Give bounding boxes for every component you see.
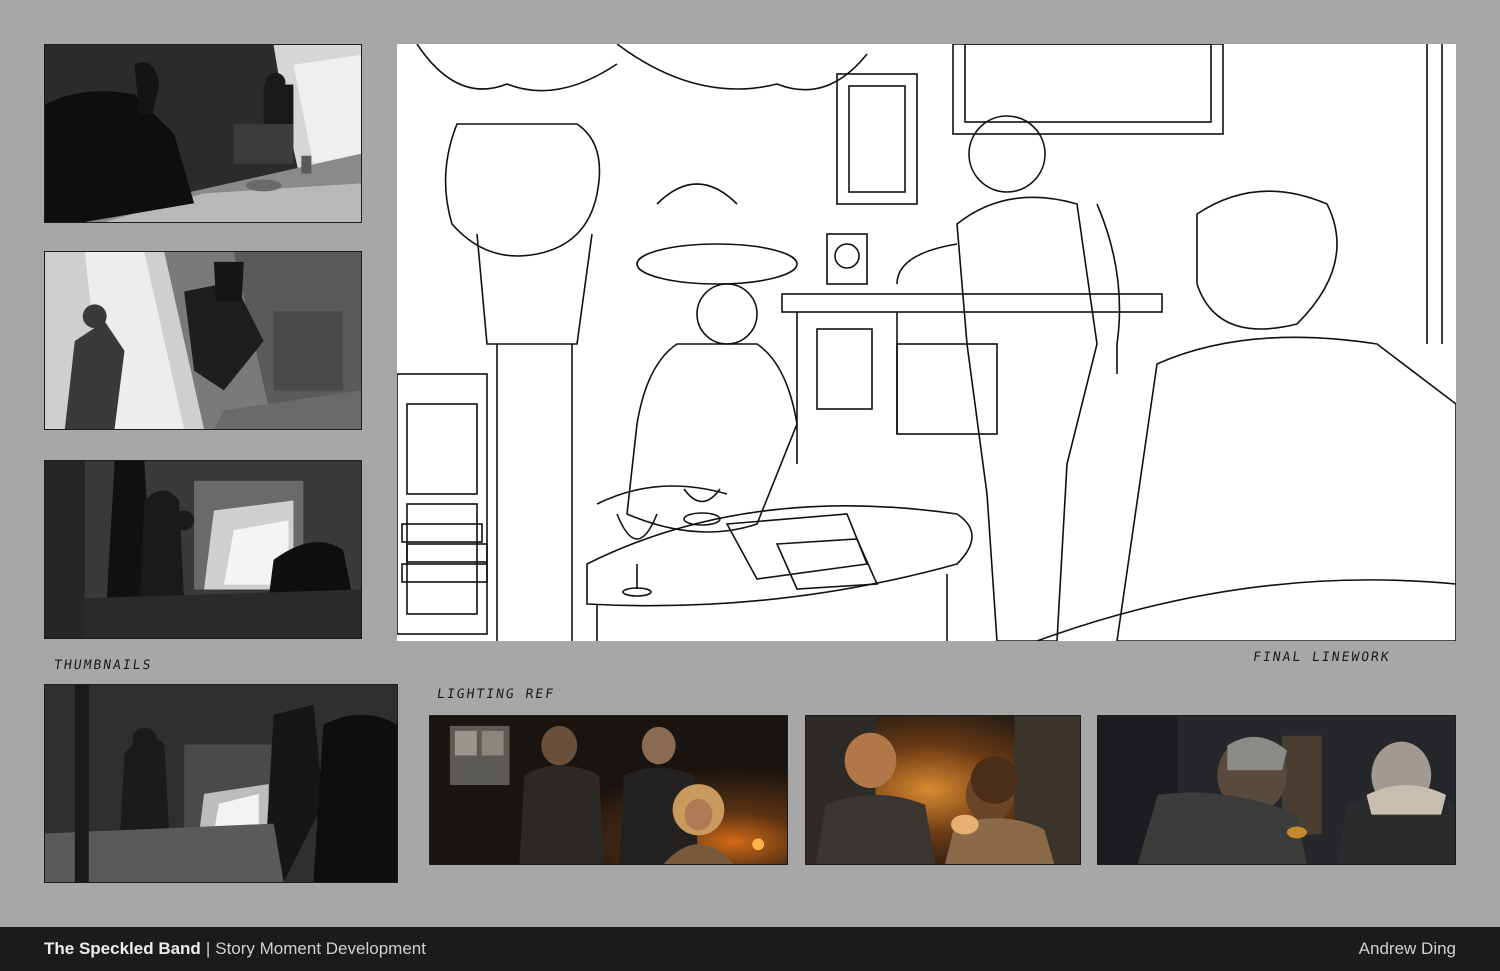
lighting-ref-1	[429, 715, 788, 865]
final-linework-label: FINAL LINEWORK	[1251, 650, 1392, 665]
author-name: Andrew Ding	[1358, 939, 1456, 958]
lighting-ref-2	[805, 715, 1081, 865]
title-separator: |	[205, 939, 211, 958]
footer-bar: The Speckled Band | Story Moment Develop…	[0, 927, 1500, 971]
thumbnail-4	[44, 684, 398, 883]
footer-title-group: The Speckled Band | Story Moment Develop…	[44, 939, 426, 959]
thumbnail-2	[44, 251, 362, 430]
final-linework-sketch	[397, 44, 1456, 641]
lighting-ref-3	[1097, 715, 1456, 865]
lighting-ref-label: LIGHTING REF	[435, 687, 556, 702]
project-subtitle: Story Moment Development	[215, 939, 426, 958]
thumbnails-label: THUMBNAILS	[52, 658, 154, 673]
thumbnail-3	[44, 460, 362, 639]
project-title: The Speckled Band	[44, 939, 201, 958]
thumbnail-1	[44, 44, 362, 223]
